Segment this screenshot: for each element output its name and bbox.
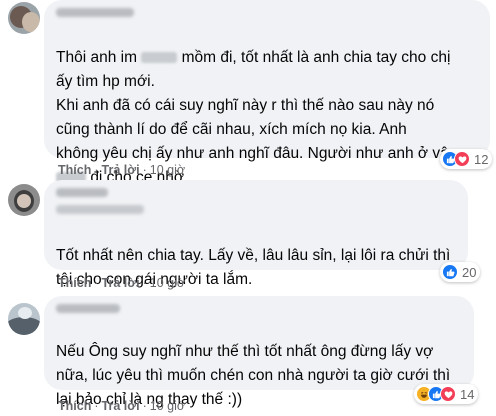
comment-line: cũng thành lí do để cãi nhau, xích mích … bbox=[56, 121, 407, 138]
timestamp[interactable]: 10 giờ bbox=[150, 276, 185, 290]
reaction-summary[interactable]: 14 bbox=[414, 384, 479, 404]
author-name-redacted[interactable] bbox=[56, 188, 108, 197]
comment-bubble: Nếu Ông suy nghĩ như thế thì tốt nhất ôn… bbox=[44, 296, 474, 408]
comment-line: Khi anh đã có cái suy nghĩ này r thì thế… bbox=[56, 97, 435, 114]
redacted-word bbox=[141, 52, 178, 64]
comment-line: Thôi anh im bbox=[56, 49, 137, 66]
comment-line: Tốt nhất nên chia tay. Lấy về, lâu lâu s… bbox=[56, 247, 451, 264]
reply-button[interactable]: Trả lời bbox=[102, 399, 140, 413]
like-button[interactable]: Thích bbox=[58, 163, 91, 177]
comment-actions: Thích · Trả lời · 10 giờ bbox=[58, 276, 186, 290]
love-icon bbox=[440, 386, 456, 402]
timestamp[interactable]: 10 giờ bbox=[150, 399, 185, 413]
comment-actions: Thích · Trả lời · 10 giờ bbox=[58, 399, 186, 413]
comment-line: nữa, lúc yêu thì muốn chén con nhà người… bbox=[56, 367, 451, 384]
love-icon bbox=[454, 151, 470, 167]
timestamp[interactable]: 10 giờ bbox=[150, 163, 185, 177]
comment-bubble: Thôi anh im mồm đi, tốt nhất là anh chia… bbox=[44, 0, 490, 186]
like-button[interactable]: Thích bbox=[58, 399, 91, 413]
comment-line: Nếu Ông suy nghĩ như thế thì tốt nhất ôn… bbox=[56, 343, 434, 360]
author-name-redacted[interactable] bbox=[56, 304, 120, 313]
author-subtitle-redacted bbox=[56, 205, 144, 214]
reaction-summary[interactable]: 20 bbox=[440, 262, 481, 282]
like-icon bbox=[442, 264, 458, 280]
avatar[interactable] bbox=[8, 2, 40, 34]
avatar[interactable] bbox=[8, 303, 40, 335]
like-button[interactable]: Thích bbox=[58, 276, 91, 290]
reaction-count: 12 bbox=[474, 151, 489, 167]
reaction-count: 20 bbox=[462, 264, 477, 280]
reply-button[interactable]: Trả lời bbox=[102, 163, 140, 177]
author-name-redacted[interactable] bbox=[56, 8, 134, 17]
reply-button[interactable]: Trả lời bbox=[102, 276, 140, 290]
comment-line: không yêu chị ấy như anh nghĩ đâu. Người… bbox=[56, 145, 457, 162]
avatar[interactable] bbox=[8, 184, 40, 216]
reaction-count: 14 bbox=[460, 386, 475, 402]
comment-bubble: Tốt nhất nên chia tay. Lấy về, lâu lâu s… bbox=[44, 180, 468, 288]
comment-line: mồm đi, tốt nhất là anh chia tay cho chị bbox=[181, 49, 451, 66]
comment-line: ấy tìm hp mới. bbox=[56, 73, 155, 90]
comment-actions: Thích · Trả lời · 10 giờ bbox=[58, 163, 186, 177]
reaction-summary[interactable]: 12 bbox=[440, 149, 493, 169]
